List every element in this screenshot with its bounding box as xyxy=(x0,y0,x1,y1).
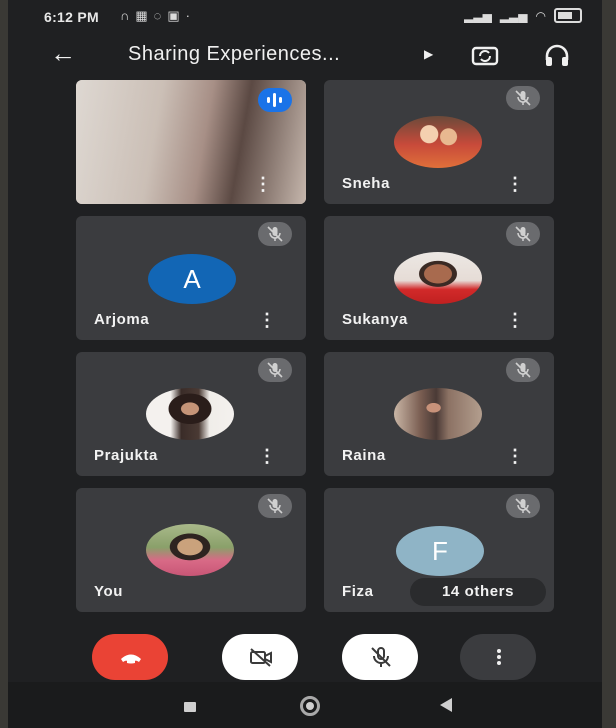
more-options-icon[interactable]: ⋮ xyxy=(506,447,524,465)
participant-photo xyxy=(146,524,234,576)
participant-name: You xyxy=(94,583,124,600)
more-options-icon[interactable]: ⋮ xyxy=(506,311,524,329)
mic-toggle-button[interactable] xyxy=(342,634,418,680)
mic-off-icon xyxy=(258,358,292,382)
participant-name: Sukanya xyxy=(342,311,408,328)
meeting-title[interactable]: Sharing Experiences... xyxy=(128,43,340,66)
back-icon[interactable] xyxy=(440,698,452,712)
participant-name: Prajukta xyxy=(94,447,158,464)
dot-icon: · xyxy=(185,8,191,23)
meeting-header: ← Sharing Experiences... ▶ xyxy=(8,34,602,80)
speaking-indicator-icon xyxy=(258,88,292,112)
mic-off-icon xyxy=(371,647,391,667)
participant-name: Fiza xyxy=(342,583,374,600)
participant-name: Raina xyxy=(342,447,386,464)
mic-off-icon xyxy=(506,358,540,382)
battery-icon xyxy=(554,8,582,23)
switch-camera-icon[interactable] xyxy=(470,40,500,70)
participant-photo xyxy=(394,252,482,304)
phone-screen: 6:12 PM ∩ ▦ ◌ ▣ · ▂▃▅ ▂▃▅ ◠ ← Sharing Ex… xyxy=(8,0,602,728)
recent-apps-icon[interactable] xyxy=(184,702,196,712)
wifi-icon: ◠ xyxy=(535,8,546,23)
more-options-button[interactable] xyxy=(460,634,536,680)
app-icon: ▣ xyxy=(167,8,180,23)
gallery-icon: ▦ xyxy=(135,8,148,23)
camera-off-icon xyxy=(250,648,272,667)
participant-tile[interactable]: Prajukta ⋮ xyxy=(76,352,306,476)
system-nav-bar xyxy=(8,682,602,728)
mic-off-icon xyxy=(258,494,292,518)
participant-photo xyxy=(394,116,482,168)
participant-initial-avatar: A xyxy=(148,254,236,304)
participant-photo xyxy=(394,388,482,440)
participant-photo xyxy=(146,388,234,440)
others-count-button[interactable]: 14 others xyxy=(410,578,546,606)
more-options-icon[interactable]: ⋮ xyxy=(258,447,276,465)
mic-off-icon xyxy=(506,222,540,246)
headset-icon: ∩ xyxy=(120,8,130,23)
title-expand-icon[interactable]: ▶ xyxy=(424,47,433,61)
participant-name: Arjoma xyxy=(94,311,150,328)
back-arrow-icon[interactable]: ← xyxy=(50,40,76,66)
more-options-icon xyxy=(497,649,501,665)
end-call-button[interactable] xyxy=(92,634,168,680)
status-icons-left: ∩ ▦ ◌ ▣ · xyxy=(120,8,190,24)
headphones-icon[interactable] xyxy=(542,40,572,70)
call-controls xyxy=(8,612,602,682)
participant-name: Sneha xyxy=(342,175,391,192)
home-icon[interactable] xyxy=(300,696,320,716)
participant-initial-avatar: F xyxy=(396,526,484,576)
photo-frame-left xyxy=(0,0,8,728)
more-options-icon[interactable]: ⋮ xyxy=(506,175,524,193)
camera-toggle-button[interactable] xyxy=(222,634,298,680)
mic-off-icon xyxy=(506,86,540,110)
more-options-icon[interactable]: ⋮ xyxy=(258,311,276,329)
mic-off-icon xyxy=(506,494,540,518)
participant-tile[interactable]: Sneha ⋮ xyxy=(324,80,554,204)
end-call-icon xyxy=(121,654,141,664)
participant-tile-self[interactable]: You xyxy=(76,488,306,612)
photo-frame-right xyxy=(602,0,616,728)
message-icon: ◌ xyxy=(153,8,162,23)
participant-tile[interactable]: Sukanya ⋮ xyxy=(324,216,554,340)
participant-tile[interactable]: Raina ⋮ xyxy=(324,352,554,476)
mic-off-icon xyxy=(258,222,292,246)
signal-icon: ▂▃▅ xyxy=(464,8,492,23)
status-icons-right: ▂▃▅ ▂▃▅ ◠ xyxy=(464,8,582,23)
participant-tile[interactable]: A Arjoma ⋮ xyxy=(76,216,306,340)
status-time: 6:12 PM xyxy=(44,9,100,25)
signal-icon: ▂▃▅ xyxy=(499,8,528,23)
participant-tile-video[interactable]: ⋮ xyxy=(76,80,306,204)
more-options-icon[interactable]: ⋮ xyxy=(254,175,272,193)
status-bar: 6:12 PM ∩ ▦ ◌ ▣ · ▂▃▅ ▂▃▅ ◠ xyxy=(8,0,602,34)
